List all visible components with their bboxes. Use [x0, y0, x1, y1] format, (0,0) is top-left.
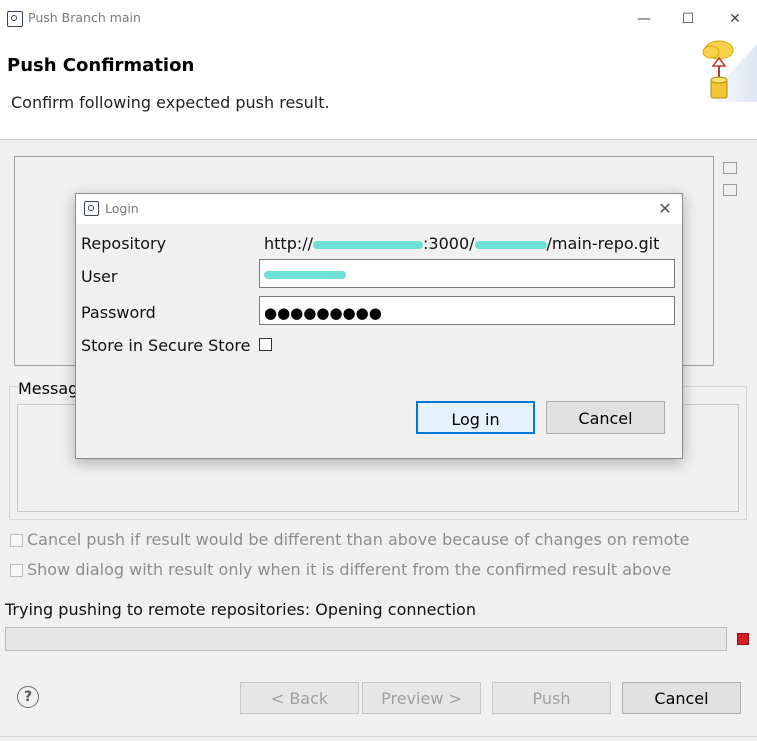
show-dialog-label: Show dialog with result only when it is …	[27, 560, 672, 579]
bottom-divider	[0, 736, 757, 741]
login-app-icon	[84, 201, 99, 216]
expand-all-icon[interactable]	[723, 184, 737, 196]
collapse-all-icon[interactable]	[723, 162, 737, 174]
help-icon[interactable]: ?	[17, 686, 39, 708]
store-secure-checkbox[interactable]	[259, 338, 272, 351]
eclipse-app-icon	[7, 11, 23, 27]
repository-url-port: :3000/	[423, 234, 475, 253]
password-label: Password	[81, 303, 156, 322]
store-secure-label: Store in Secure Store	[81, 336, 251, 355]
password-mask: ●●●●●●●●●	[264, 304, 382, 322]
login-cancel-button[interactable]: Cancel	[546, 401, 665, 434]
status-text: Trying pushing to remote repositories: O…	[5, 600, 476, 619]
maximize-button[interactable]: ☐	[673, 6, 703, 32]
repository-label: Repository	[81, 234, 167, 253]
minimize-button[interactable]: —	[629, 6, 659, 32]
stop-icon[interactable]	[737, 633, 749, 645]
close-window-button[interactable]: ✕	[720, 6, 750, 32]
login-titlebar	[76, 194, 682, 224]
progress-bar	[5, 627, 727, 651]
login-button[interactable]: Log in	[416, 401, 535, 434]
login-title: Login	[105, 201, 139, 216]
redacted-host	[313, 240, 424, 249]
login-close-button[interactable]: ✕	[652, 196, 678, 222]
window-title: Push Branch main	[28, 10, 141, 25]
preview-button[interactable]: Preview >	[362, 682, 481, 714]
repository-url-prefix: http://	[264, 234, 314, 253]
page-description: Confirm following expected push result.	[11, 93, 330, 112]
user-label: User	[81, 267, 118, 286]
redacted-username	[264, 271, 346, 279]
wizard-header	[0, 38, 757, 140]
push-button[interactable]: Push	[492, 682, 611, 714]
repository-url-suffix: /main-repo.git	[546, 234, 660, 253]
cancel-push-checkbox[interactable]	[10, 534, 23, 547]
message-label: Messag	[18, 379, 81, 398]
back-button[interactable]: < Back	[240, 682, 359, 714]
redacted-owner	[474, 240, 547, 249]
show-dialog-checkbox[interactable]	[10, 564, 23, 577]
repository-url: http:// :3000/ /main-repo.git	[264, 234, 659, 253]
cancel-push-label: Cancel push if result would be different…	[27, 530, 690, 549]
cancel-button[interactable]: Cancel	[622, 682, 741, 714]
push-banner-icon	[702, 40, 757, 102]
page-title: Push Confirmation	[7, 55, 195, 76]
